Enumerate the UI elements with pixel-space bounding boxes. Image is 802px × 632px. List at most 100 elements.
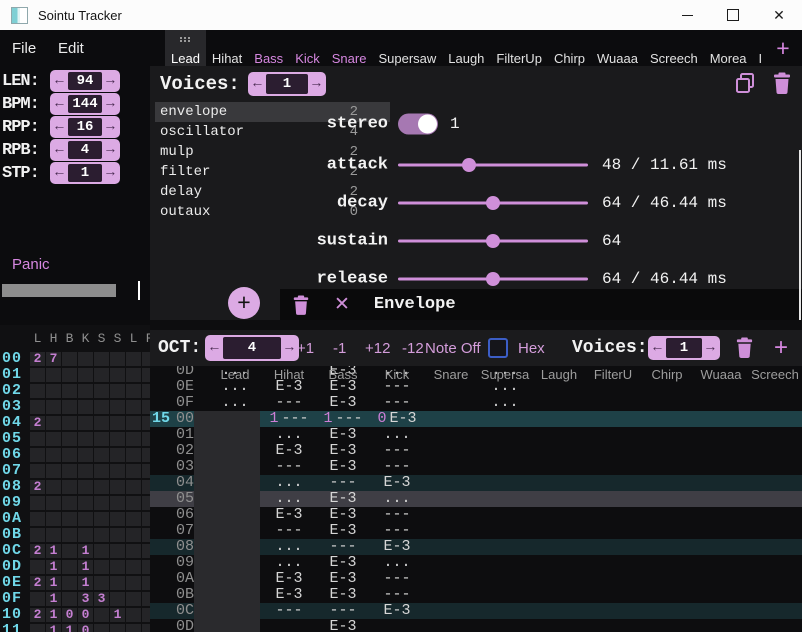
order-cell[interactable] [62, 560, 77, 574]
order-cell[interactable]: 1 [78, 576, 93, 590]
add-track-button[interactable]: + [766, 334, 796, 362]
rpp-increase-arrow[interactable]: → [102, 119, 119, 135]
track-voices-stepper[interactable]: ←1→ [648, 336, 720, 360]
order-cell[interactable] [110, 560, 125, 574]
order-cell[interactable] [94, 384, 109, 398]
order-cell[interactable] [142, 560, 150, 574]
current-track-column[interactable] [194, 555, 260, 571]
order-cell[interactable] [126, 352, 141, 366]
note-cell[interactable]: E-3 [262, 507, 316, 523]
tab-bass[interactable]: Bass [248, 30, 289, 66]
order-cell[interactable] [110, 592, 125, 606]
clear-unit-icon[interactable]: ✕ [334, 293, 350, 316]
tab-kick[interactable]: Kick [289, 30, 326, 66]
order-cell[interactable] [78, 448, 93, 462]
delete-instrument-icon[interactable] [772, 72, 792, 94]
order-cell[interactable]: 3 [78, 592, 93, 606]
order-cell[interactable] [110, 544, 125, 558]
attack-slider[interactable] [398, 164, 588, 167]
bpm-decrease-arrow[interactable]: ← [51, 96, 68, 112]
tab-hihat[interactable]: Hihat [206, 30, 248, 66]
order-cell[interactable]: 1 [46, 608, 61, 622]
order-cell[interactable] [30, 464, 45, 478]
order-cell[interactable] [78, 528, 93, 542]
order-cell[interactable] [94, 448, 109, 462]
order-cell[interactable] [30, 448, 45, 462]
note-cell[interactable]: E-3 [316, 443, 370, 459]
order-cell[interactable] [126, 416, 141, 430]
copy-instrument-icon[interactable] [733, 71, 757, 95]
order-cell[interactable] [142, 512, 150, 526]
order-cell[interactable] [110, 624, 125, 632]
order-cell[interactable] [126, 496, 141, 510]
order-cell[interactable] [30, 496, 45, 510]
delete-track-icon[interactable] [735, 337, 754, 358]
menu-file[interactable]: File [12, 30, 36, 66]
note-cell[interactable]: E-3 [316, 395, 370, 411]
order-cell[interactable] [30, 528, 45, 542]
current-track-column[interactable] [194, 475, 260, 491]
order-cell[interactable] [110, 496, 125, 510]
instrument-voices-increase-arrow[interactable]: → [308, 76, 325, 92]
len-decrease-arrow[interactable]: ← [51, 73, 68, 89]
order-cell[interactable]: 2 [30, 416, 45, 430]
tab-laugh[interactable]: Laugh [442, 30, 490, 66]
order-cell[interactable] [110, 512, 125, 526]
note-cell[interactable]: E-3 [316, 491, 370, 507]
order-cell[interactable] [142, 528, 150, 542]
order-cell[interactable] [94, 400, 109, 414]
order-cell[interactable] [94, 416, 109, 430]
note-off-button[interactable]: Note Off [425, 340, 481, 357]
order-cell[interactable]: 2 [30, 480, 45, 494]
note-cell[interactable]: ... [262, 475, 316, 491]
order-cell[interactable] [30, 400, 45, 414]
order-cell[interactable] [78, 480, 93, 494]
note-cell[interactable]: ... [262, 491, 316, 507]
order-cell[interactable]: 2 [30, 608, 45, 622]
stp-stepper[interactable]: ←1→ [50, 162, 120, 184]
order-cell[interactable] [126, 448, 141, 462]
order-cell[interactable]: 1 [110, 608, 125, 622]
order-cell[interactable] [62, 464, 77, 478]
order-cell[interactable] [126, 368, 141, 382]
track-voices-decrease-arrow[interactable]: ← [649, 340, 666, 356]
tab-screech[interactable]: Screech [644, 30, 704, 66]
order-cell[interactable]: 1 [46, 592, 61, 606]
note-cell[interactable]: --- [370, 395, 424, 411]
order-cell[interactable] [78, 464, 93, 478]
order-cell[interactable] [94, 576, 109, 590]
note-cell[interactable]: 0E-3 [370, 411, 424, 427]
release-slider-knob[interactable] [486, 272, 500, 286]
order-cell[interactable]: 1 [78, 544, 93, 558]
note-cell[interactable]: --- [370, 571, 424, 587]
note-cell[interactable]: --- [262, 395, 316, 411]
order-cell[interactable] [94, 608, 109, 622]
order-cell[interactable] [78, 496, 93, 510]
order-cell[interactable] [110, 576, 125, 590]
order-cell[interactable] [46, 416, 61, 430]
instrument-voices-decrease-arrow[interactable]: ← [249, 76, 266, 92]
order-cell[interactable] [46, 448, 61, 462]
note-cell[interactable]: ... [262, 539, 316, 555]
order-cell[interactable] [110, 384, 125, 398]
note-cell[interactable]: ... [478, 395, 532, 411]
order-cell[interactable] [62, 416, 77, 430]
close-button[interactable]: ✕ [756, 0, 802, 30]
note-cell[interactable]: E-3 [316, 619, 370, 632]
current-track-column[interactable] [194, 571, 260, 587]
note-cell[interactable]: E-3 [370, 603, 424, 619]
note-cell[interactable]: E-3 [316, 459, 370, 475]
octave-increase-arrow[interactable]: → [281, 340, 298, 356]
note-cell[interactable]: E-3 [370, 475, 424, 491]
order-cell[interactable] [78, 512, 93, 526]
order-cell[interactable] [78, 400, 93, 414]
note-cell[interactable]: ... [262, 555, 316, 571]
order-cell[interactable] [142, 480, 150, 494]
octave-decrease-arrow[interactable]: ← [206, 340, 223, 356]
tab-snare[interactable]: Snare [326, 30, 373, 66]
note-cell[interactable]: E-3 [262, 443, 316, 459]
order-cell[interactable] [46, 496, 61, 510]
rpb-stepper[interactable]: ←4→ [50, 139, 120, 161]
note-cell[interactable]: --- [262, 603, 316, 619]
order-cell[interactable] [62, 448, 77, 462]
